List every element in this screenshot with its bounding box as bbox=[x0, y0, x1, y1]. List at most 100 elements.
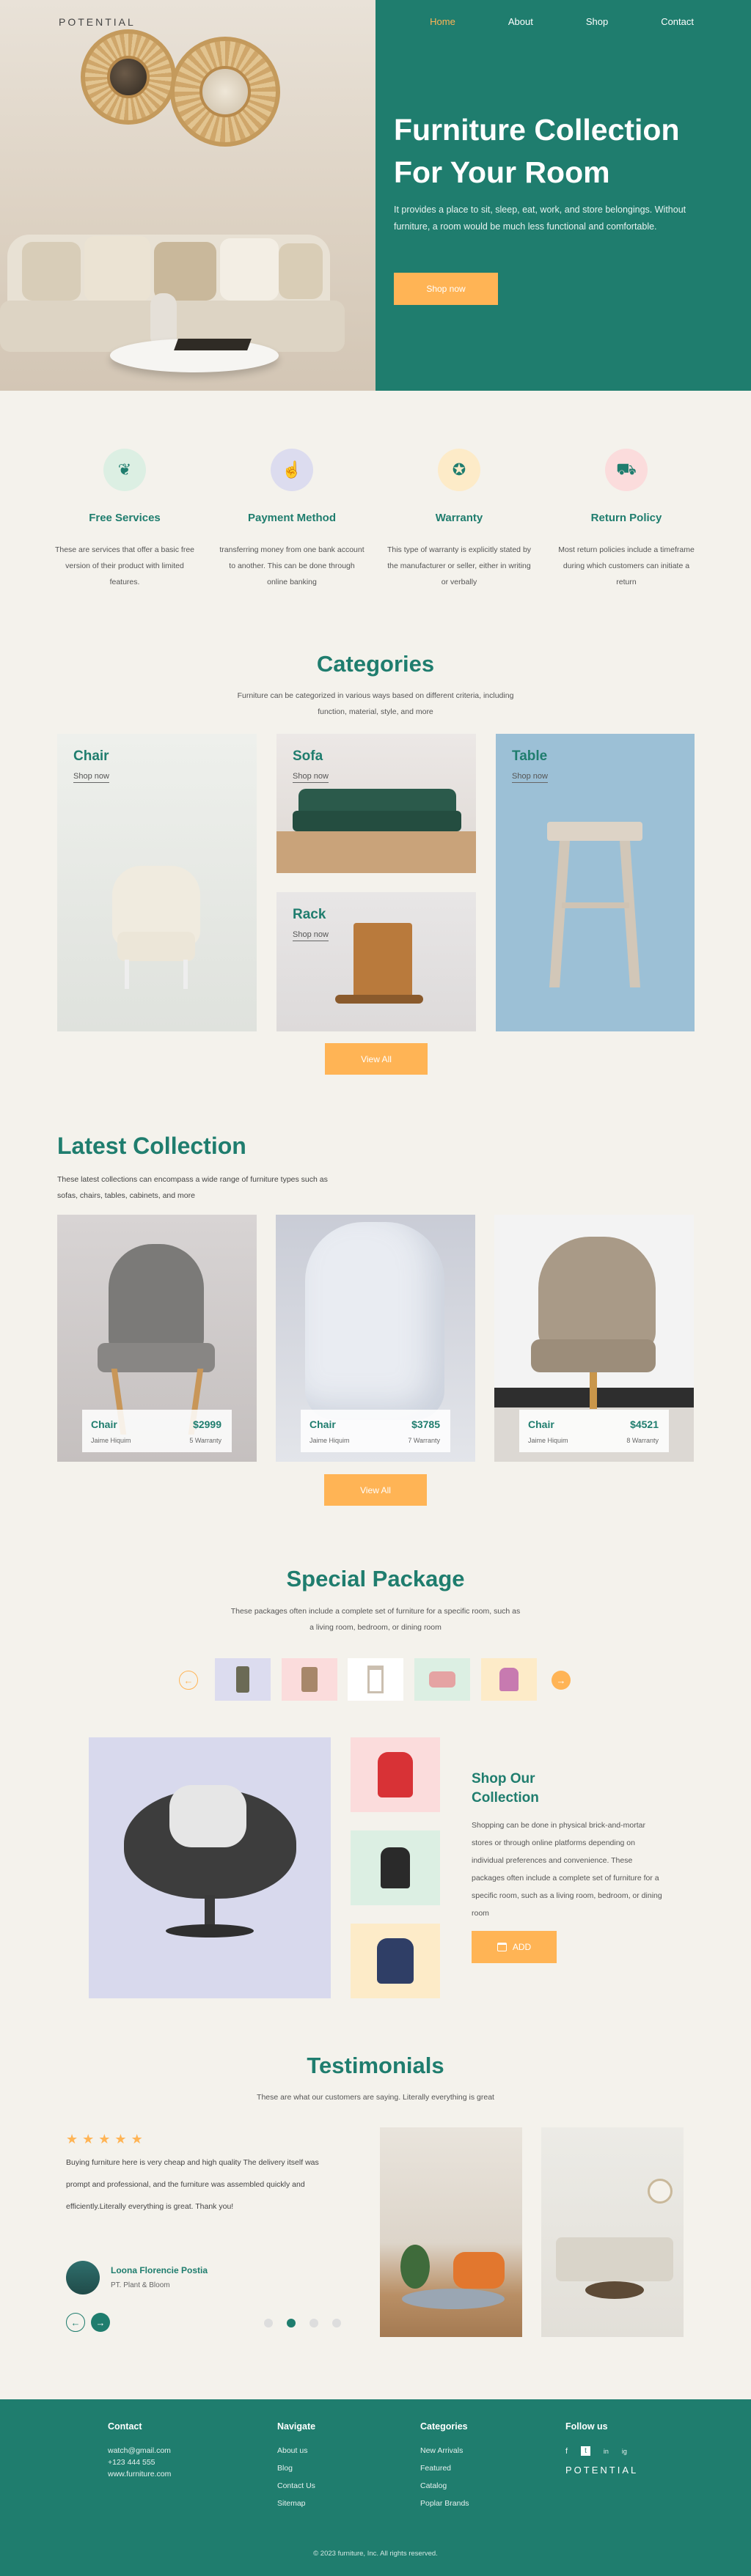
service-text: This type of warranty is explicitly stat… bbox=[387, 545, 532, 586]
avatar bbox=[66, 2261, 100, 2295]
view-all-latest-button[interactable]: View All bbox=[324, 1474, 427, 1506]
facebook-icon[interactable]: f bbox=[565, 2447, 568, 2456]
category-shop-link[interactable]: Shop now bbox=[512, 772, 548, 783]
service-text: These are services that offer a basic fr… bbox=[54, 545, 195, 586]
footer-link[interactable]: Featured bbox=[420, 2464, 469, 2473]
hero-image: POTENTIAL bbox=[0, 0, 376, 391]
nav-contact[interactable]: Contact bbox=[661, 16, 694, 27]
product-info: Chair $3785 Jaime Hiquim 7 Warranty bbox=[301, 1410, 450, 1452]
product-card[interactable]: Chair $2999 Jaime Hiquim 5 Warranty bbox=[57, 1215, 257, 1462]
logo[interactable]: POTENTIAL bbox=[59, 16, 136, 28]
add-button-label: ADD bbox=[512, 1942, 532, 1952]
category-sofa[interactable]: Sofa Shop now bbox=[276, 734, 476, 873]
carousel-dot[interactable] bbox=[264, 2319, 273, 2327]
shop-collection-text: Shopping can be done in physical brick-a… bbox=[472, 1821, 662, 1918]
hero-text: It provides a place to sit, sleep, eat, … bbox=[394, 205, 686, 232]
hero-panel bbox=[376, 0, 751, 391]
package-item[interactable] bbox=[351, 1737, 440, 1812]
footer-email[interactable]: watch@gmail.com bbox=[108, 2446, 171, 2455]
carousel-dot[interactable] bbox=[332, 2319, 341, 2327]
category-chair[interactable]: Chair Shop now bbox=[57, 734, 257, 1031]
product-maker: Jaime Hiquim bbox=[528, 1437, 568, 1444]
footer: Contact watch@gmail.com +123 444 555 www… bbox=[0, 2399, 751, 2576]
prev-arrow-icon[interactable]: ← bbox=[179, 1671, 198, 1690]
package-title: Special Package bbox=[286, 1566, 465, 1591]
testimonials-title: Testimonials bbox=[307, 2053, 444, 2078]
footer-logo[interactable]: POTENTIAL bbox=[565, 2465, 638, 2476]
package-thumb[interactable] bbox=[481, 1658, 537, 1701]
category-table[interactable]: Table Shop now bbox=[496, 734, 695, 1031]
next-arrow-icon[interactable]: → bbox=[91, 2313, 110, 2332]
product-name: Chair bbox=[528, 1418, 554, 1430]
star-icon: ★ bbox=[131, 2132, 143, 2146]
package-thumb[interactable] bbox=[282, 1658, 337, 1701]
carousel-dot[interactable] bbox=[309, 2319, 318, 2327]
footer-phone[interactable]: +123 444 555 bbox=[108, 2458, 171, 2467]
service-title: Warranty bbox=[435, 512, 483, 524]
service-title: Payment Method bbox=[247, 512, 336, 524]
service-text: Most return policies include a timeframe… bbox=[558, 545, 695, 586]
category-label: Table bbox=[512, 748, 548, 764]
footer-contact: Contact watch@gmail.com +123 444 555 www… bbox=[108, 2421, 171, 2487]
service-return: ⛟ Return Policy Most return policies inc… bbox=[553, 449, 700, 590]
footer-link[interactable]: About us bbox=[277, 2446, 315, 2455]
carousel-dots bbox=[264, 2319, 341, 2327]
nav-shop[interactable]: Shop bbox=[586, 16, 608, 27]
product-card[interactable]: Chair $3785 Jaime Hiquim 7 Warranty bbox=[276, 1215, 475, 1462]
footer-link[interactable]: New Arrivals bbox=[420, 2446, 469, 2455]
footer-link[interactable]: Contact Us bbox=[277, 2481, 315, 2490]
product-name: Chair bbox=[309, 1418, 336, 1430]
shop-now-button[interactable]: Shop now bbox=[394, 273, 498, 305]
footer-link[interactable]: Poplar Brands bbox=[420, 2499, 469, 2508]
nav-home[interactable]: Home bbox=[430, 16, 455, 27]
package-thumb[interactable] bbox=[215, 1658, 271, 1701]
category-shop-link[interactable]: Shop now bbox=[73, 772, 109, 783]
category-rack[interactable]: Rack Shop now bbox=[276, 892, 476, 1031]
footer-website[interactable]: www.furniture.com bbox=[108, 2470, 171, 2479]
rack-illustration bbox=[353, 923, 412, 1004]
category-shop-link[interactable]: Shop now bbox=[293, 772, 329, 783]
category-label: Sofa bbox=[293, 748, 323, 764]
package-thumb[interactable] bbox=[414, 1658, 470, 1701]
view-all-categories-button[interactable]: View All bbox=[325, 1043, 428, 1075]
package-subtitle: These packages often include a complete … bbox=[230, 1607, 521, 1632]
nav-about[interactable]: About bbox=[508, 16, 533, 27]
footer-follow: Follow us f t in ig POTENTIAL bbox=[565, 2421, 638, 2484]
add-button[interactable]: ADD bbox=[472, 1931, 557, 1963]
package-thumb[interactable] bbox=[348, 1658, 403, 1701]
testimonial-quote: Buying furniture here is very cheap and … bbox=[66, 2158, 319, 2211]
round-mirror bbox=[170, 37, 280, 147]
package-item[interactable] bbox=[351, 1924, 440, 1998]
package-item[interactable] bbox=[351, 1830, 440, 1905]
product-warranty: 8 Warranty bbox=[626, 1437, 659, 1444]
footer-link[interactable]: Catalog bbox=[420, 2481, 469, 2490]
category-shop-link[interactable]: Shop now bbox=[293, 930, 329, 941]
rating-stars: ★ ★ ★ ★ ★ bbox=[66, 2132, 147, 2147]
footer-link[interactable]: Blog bbox=[277, 2464, 315, 2473]
service-text: transferring money from one bank account… bbox=[219, 545, 364, 586]
latest-subtitle: These latest collections can encompass a… bbox=[57, 1175, 328, 1200]
product-warranty: 7 Warranty bbox=[408, 1437, 440, 1444]
twitter-icon[interactable]: t bbox=[581, 2446, 590, 2456]
product-card[interactable]: Chair $4521 Jaime Hiquim 8 Warranty bbox=[494, 1215, 694, 1462]
service-payment: ☝ Payment Method transferring money from… bbox=[219, 449, 365, 590]
footer-link[interactable]: Sitemap bbox=[277, 2499, 315, 2508]
round-mirror bbox=[81, 29, 176, 125]
categories-subtitle: Furniture can be categorized in various … bbox=[237, 691, 514, 716]
vase bbox=[150, 293, 177, 345]
prev-arrow-icon[interactable]: ← bbox=[66, 2313, 85, 2332]
latest-title: Latest Collection bbox=[57, 1133, 246, 1159]
carousel-dot[interactable] bbox=[287, 2319, 296, 2327]
social-icons: f t in ig bbox=[565, 2446, 638, 2456]
instagram-icon[interactable]: ig bbox=[622, 2448, 627, 2455]
reviewer-name: Loona Florencie Postia bbox=[111, 2265, 208, 2275]
room-photo bbox=[380, 2127, 522, 2337]
top-nav: Home About Shop Contact bbox=[430, 16, 694, 27]
star-icon: ★ bbox=[114, 2132, 127, 2146]
next-arrow-icon[interactable]: → bbox=[552, 1671, 571, 1690]
product-warranty: 5 Warranty bbox=[189, 1437, 221, 1444]
footer-heading: Contact bbox=[108, 2421, 142, 2432]
linkedin-icon[interactable]: in bbox=[604, 2448, 609, 2455]
service-free: ❦ Free Services These are services that … bbox=[51, 449, 198, 590]
badge-icon: ✪ bbox=[438, 449, 480, 491]
